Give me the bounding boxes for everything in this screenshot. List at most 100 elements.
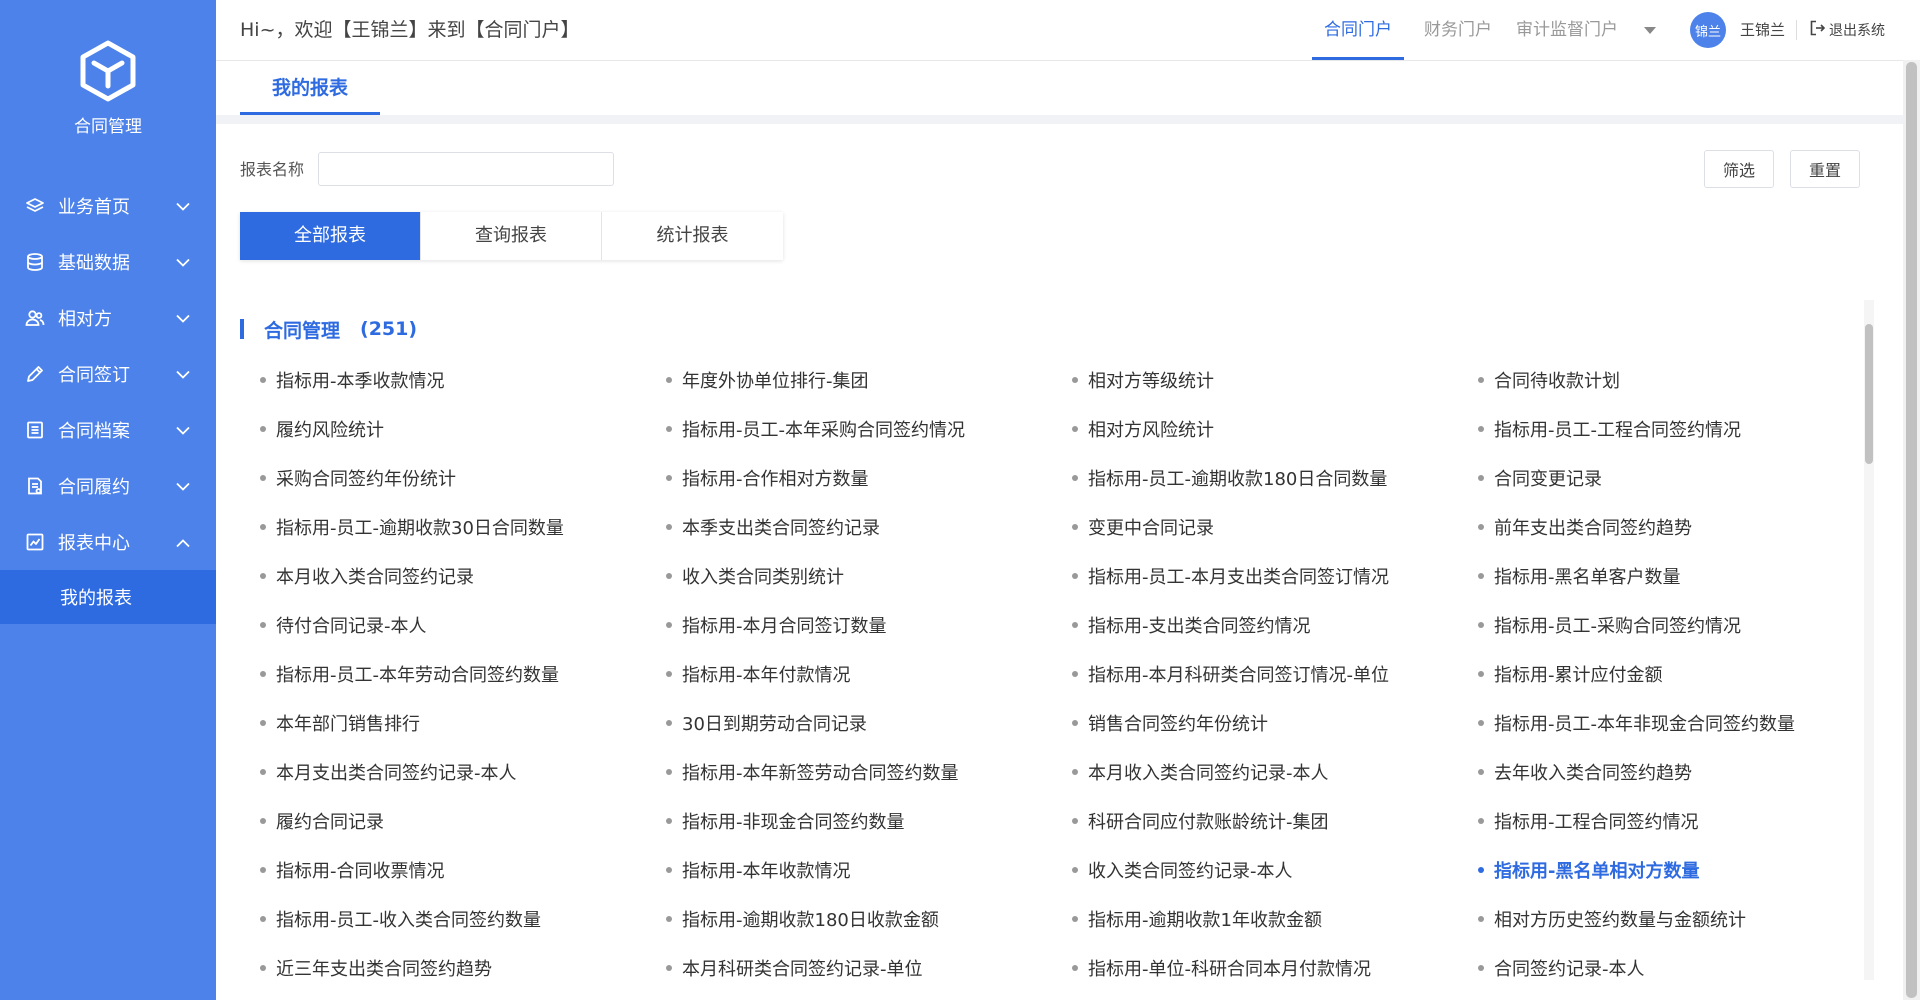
report-item[interactable]: 指标用-本年新签劳动合同签约数量 xyxy=(666,747,1072,796)
bullet-dot-icon xyxy=(1478,670,1484,677)
sidebar-item-basic-data[interactable]: 基础数据 xyxy=(0,234,216,290)
main-content: 报表名称 筛选 重置 全部报表 查询报表 统计报表 合同管理 (251) 指标用… xyxy=(216,124,1920,1000)
tab-statistic-reports[interactable]: 统计报表 xyxy=(602,212,783,260)
report-item[interactable]: 指标用-员工-逾期收款30日合同数量 xyxy=(260,502,666,551)
filter-button[interactable]: 筛选 xyxy=(1704,150,1774,188)
report-item[interactable]: 变更中合同记录 xyxy=(1072,502,1478,551)
sidebar-subitem-my-reports[interactable]: 我的报表 xyxy=(0,570,216,624)
report-item[interactable]: 30日到期劳动合同记录 xyxy=(666,698,1072,747)
report-item-label: 指标用-工程合同签约情况 xyxy=(1494,811,1699,833)
report-item[interactable]: 指标用-合同收票情况 xyxy=(260,845,666,894)
report-item[interactable]: 指标用-支出类合同签约情况 xyxy=(1072,600,1478,649)
page-scrollbar-thumb[interactable] xyxy=(1906,62,1917,998)
report-item[interactable]: 指标用-本年收款情况 xyxy=(666,845,1072,894)
report-item[interactable]: 指标用-员工-本年非现金合同签约数量 xyxy=(1478,698,1880,747)
report-type-tabs: 全部报表 查询报表 统计报表 xyxy=(240,212,783,260)
report-item-label: 前年支出类合同签约趋势 xyxy=(1494,517,1692,539)
report-item[interactable]: 相对方历史签约数量与金额统计 xyxy=(1478,894,1880,943)
report-item[interactable]: 指标用-单位-科研合同本月付款情况 xyxy=(1072,943,1478,992)
report-item[interactable]: 指标用-逾期收款1年收款金额 xyxy=(1072,894,1478,943)
report-item[interactable]: 指标用-员工-工程合同签约情况 xyxy=(1478,404,1880,453)
report-item[interactable]: 本月支出类合同签约记录-本人 xyxy=(260,747,666,796)
user-name[interactable]: 王锦兰 xyxy=(1740,0,1785,60)
sidebar-item-report-center[interactable]: 报表中心 xyxy=(0,514,216,570)
report-item[interactable]: 合同签约记录-本人 xyxy=(1478,943,1880,992)
report-item[interactable]: 收入类合同类别统计 xyxy=(666,551,1072,600)
report-item-label: 指标用-逾期收款1年收款金额 xyxy=(1088,909,1322,931)
chevron-down-icon xyxy=(176,253,190,272)
tab-my-reports[interactable]: 我的报表 xyxy=(240,61,380,115)
bullet-dot-icon xyxy=(1072,425,1078,432)
report-item[interactable]: 销售合同签约年份统计 xyxy=(1072,698,1478,747)
report-item[interactable]: 本年部门销售排行 xyxy=(260,698,666,747)
report-item-label: 指标用-累计应付金额 xyxy=(1494,664,1663,686)
report-item[interactable]: 合同待收款计划 xyxy=(1478,355,1880,404)
report-item[interactable]: 本月收入类合同签约记录 xyxy=(260,551,666,600)
sidebar-item-contract-archive[interactable]: 合同档案 xyxy=(0,402,216,458)
report-item[interactable]: 去年收入类合同签约趋势 xyxy=(1478,747,1880,796)
welcome-text: Hi~，欢迎【王锦兰】来到【合同门户】 xyxy=(240,19,580,41)
report-item-label: 指标用-逾期收款180日收款金额 xyxy=(682,909,939,931)
report-item[interactable]: 近三年支出类合同签约趋势 xyxy=(260,943,666,992)
sidebar-item-contract-signing[interactable]: 合同签订 xyxy=(0,346,216,402)
tab-all-reports[interactable]: 全部报表 xyxy=(240,212,421,260)
report-item[interactable]: 指标用-员工-逾期收款180日合同数量 xyxy=(1072,453,1478,502)
report-item[interactable]: 指标用-员工-本年劳动合同签约数量 xyxy=(260,649,666,698)
report-item[interactable]: 履约风险统计 xyxy=(260,404,666,453)
report-item[interactable]: 指标用-黑名单客户数量 xyxy=(1478,551,1880,600)
report-item[interactable]: 待付合同记录-本人 xyxy=(260,600,666,649)
bullet-dot-icon xyxy=(666,572,672,579)
report-item[interactable]: 指标用-员工-本年采购合同签约情况 xyxy=(666,404,1072,453)
top-header: Hi~，欢迎【王锦兰】来到【合同门户】 合同门户 财务门户 审计监督门户 锦兰 … xyxy=(216,0,1920,61)
report-item[interactable]: 相对方风险统计 xyxy=(1072,404,1478,453)
tab-query-reports[interactable]: 查询报表 xyxy=(421,212,602,260)
reset-button[interactable]: 重置 xyxy=(1790,150,1860,188)
report-item[interactable]: 指标用-员工-采购合同签约情况 xyxy=(1478,600,1880,649)
report-item[interactable]: 年度外协单位排行-集团 xyxy=(666,355,1072,404)
report-item-label: 指标用-合作相对方数量 xyxy=(682,468,869,490)
report-item[interactable]: 相对方等级统计 xyxy=(1072,355,1478,404)
report-name-input[interactable] xyxy=(318,152,614,186)
bullet-dot-icon xyxy=(260,866,266,873)
report-item[interactable]: 指标用-本月合同签订数量 xyxy=(666,600,1072,649)
report-item[interactable]: 指标用-逾期收款180日收款金额 xyxy=(666,894,1072,943)
sidebar-item-home[interactable]: 业务首页 xyxy=(0,178,216,234)
report-item[interactable]: 本月收入类合同签约记录-本人 xyxy=(1072,747,1478,796)
report-item-label: 合同待收款计划 xyxy=(1494,370,1620,392)
report-item[interactable]: 采购合同签约年份统计 xyxy=(260,453,666,502)
report-item[interactable]: 本月科研类合同签约记录-单位 xyxy=(666,943,1072,992)
report-item[interactable]: 指标用-合作相对方数量 xyxy=(666,453,1072,502)
bullet-dot-icon xyxy=(666,670,672,677)
logout-label: 退出系统 xyxy=(1829,23,1885,39)
report-item[interactable]: 指标用-本季收款情况 xyxy=(260,355,666,404)
report-item[interactable]: 收入类合同签约记录-本人 xyxy=(1072,845,1478,894)
chevron-down-icon xyxy=(176,197,190,216)
portal-tab-finance[interactable]: 财务门户 xyxy=(1424,0,1492,60)
sidebar-item-contract-performance[interactable]: 合同履约 xyxy=(0,458,216,514)
document-icon xyxy=(24,475,46,497)
report-item[interactable]: 指标用-本月科研类合同签订情况-单位 xyxy=(1072,649,1478,698)
bullet-dot-icon xyxy=(666,523,672,530)
avatar[interactable]: 锦兰 xyxy=(1690,12,1726,48)
report-item[interactable]: 合同变更记录 xyxy=(1478,453,1880,502)
portal-tab-audit[interactable]: 审计监督门户 xyxy=(1516,0,1618,60)
report-item-label: 收入类合同类别统计 xyxy=(682,566,844,588)
report-item[interactable]: 履约合同记录 xyxy=(260,796,666,845)
portal-tab-contract[interactable]: 合同门户 xyxy=(1312,0,1404,60)
report-item[interactable]: 前年支出类合同签约趋势 xyxy=(1478,502,1880,551)
report-item[interactable]: 指标用-员工-本月支出类合同签订情况 xyxy=(1072,551,1478,600)
report-item[interactable]: 指标用-非现金合同签约数量 xyxy=(666,796,1072,845)
logout-button[interactable]: 退出系统 xyxy=(1810,0,1885,60)
list-scrollbar-thumb[interactable] xyxy=(1865,324,1873,464)
report-item[interactable]: 指标用-累计应付金额 xyxy=(1478,649,1880,698)
report-item[interactable]: 指标用-员工-收入类合同签约数量 xyxy=(260,894,666,943)
caret-down-icon[interactable] xyxy=(1640,20,1660,40)
report-item[interactable]: 本季支出类合同签约记录 xyxy=(666,502,1072,551)
report-item-label: 合同变更记录 xyxy=(1494,468,1602,490)
report-item[interactable]: 指标用-工程合同签约情况 xyxy=(1478,796,1880,845)
report-item[interactable]: 指标用-本年付款情况 xyxy=(666,649,1072,698)
report-item[interactable]: 指标用-黑名单相对方数量 xyxy=(1478,845,1880,894)
report-item[interactable]: 科研合同应付款账龄统计-集团 xyxy=(1072,796,1478,845)
sidebar-item-counterparty[interactable]: 相对方 xyxy=(0,290,216,346)
report-item-label: 指标用-本年新签劳动合同签约数量 xyxy=(682,762,959,784)
